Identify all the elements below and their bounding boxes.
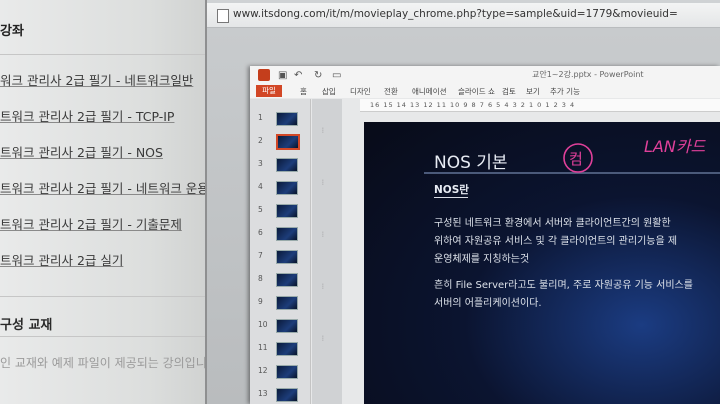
ppt-window-title: 교안1~2강.pptx - PowerPoint xyxy=(532,70,644,79)
horizontal-ruler: 16 15 14 13 12 11 10 9 8 7 6 5 4 3 2 1 0… xyxy=(360,99,720,112)
address-bar[interactable]: www.itsdong.com/it/m/movieplay_chrome.ph… xyxy=(207,3,720,28)
undo-icon[interactable]: ↶ xyxy=(294,70,302,81)
pen-annotations: 컴 LAN카드 xyxy=(563,137,707,173)
slide-thumbnail[interactable] xyxy=(276,250,298,264)
slide-number: 6 xyxy=(258,228,263,237)
slide-thumbnail[interactable] xyxy=(276,319,298,333)
slide-number: 9 xyxy=(258,297,263,306)
course-link-network-general[interactable]: 워크 관리사 2급 필기 - 네트워크일반 xyxy=(0,70,193,89)
slide-thumbnail[interactable] xyxy=(276,204,298,218)
slide-thumbnail[interactable] xyxy=(276,365,298,379)
slide-number: 4 xyxy=(258,182,263,191)
course-page: 강좌 워크 관리사 2급 필기 - 네트워크일반 트워크 관리사 2급 필기 -… xyxy=(0,0,212,404)
slide-number: 1 xyxy=(258,113,263,122)
divider xyxy=(0,296,212,297)
textbook-note: 인 교재와 예제 파일이 제공되는 강의입니다 xyxy=(0,356,212,370)
slide-number: 13 xyxy=(258,389,268,398)
ruler-mark: ⋮ xyxy=(320,283,326,290)
ruler-mark: ⋮ xyxy=(320,179,326,186)
slide-number: 7 xyxy=(258,251,263,260)
slide-number: 12 xyxy=(258,366,268,375)
save-icon[interactable]: ▣ xyxy=(278,70,287,81)
slide-number: 5 xyxy=(258,205,263,214)
slide-thumbnail[interactable] xyxy=(276,181,298,195)
course-link-practical[interactable]: 트워크 관리사 2급 실기 xyxy=(0,250,123,269)
textbook-heading: 구성 교재 xyxy=(0,318,53,333)
tab-slideshow[interactable]: 슬라이드 쇼 xyxy=(458,86,495,97)
ppt-titlebar: ▣ ↶ ↻ ▭ 교안1~2강.pptx - PowerPoint xyxy=(250,66,720,84)
tab-transitions[interactable]: 전환 xyxy=(384,86,398,97)
slideshow-icon[interactable]: ▭ xyxy=(332,70,341,81)
slide-thumbnail[interactable] xyxy=(276,227,298,241)
tab-file[interactable]: 파일 xyxy=(256,85,282,97)
ruler-numbers: 16 15 14 13 12 11 10 9 8 7 6 5 4 3 2 1 0… xyxy=(370,101,576,109)
course-link-tcp-ip[interactable]: 트워크 관리사 2급 필기 - TCP-IP xyxy=(0,106,174,125)
slide-thumbnail[interactable] xyxy=(276,158,298,172)
slide-canvas[interactable]: NOS 기본 NOS란 구성된 네트워크 환경에서 서버와 클라이언트간의 원활… xyxy=(364,122,720,404)
section-heading: 강좌 xyxy=(0,24,24,39)
tab-review[interactable]: 검토 xyxy=(502,86,516,97)
course-link-nos[interactable]: 트워크 관리사 2급 필기 - NOS xyxy=(0,142,163,161)
slide-number: 3 xyxy=(258,159,263,168)
powerpoint-logo-icon xyxy=(258,69,270,81)
tab-animations[interactable]: 애니메이션 xyxy=(412,86,447,97)
page-icon xyxy=(217,9,229,23)
tab-home[interactable]: 홈 xyxy=(300,86,307,97)
url-text[interactable]: www.itsdong.com/it/m/movieplay_chrome.ph… xyxy=(233,8,678,20)
redo-icon[interactable]: ↻ xyxy=(314,70,322,81)
slide-thumbnail[interactable] xyxy=(276,112,298,126)
course-link-network-operation[interactable]: 트워크 관리사 2급 필기 - 네트워크 운용기 xyxy=(0,178,212,197)
course-link-past-exams[interactable]: 트워크 관리사 2급 필기 - 기출문제 xyxy=(0,214,182,233)
slide-thumbnail-pane: 1 2 3 4 5 6 7 8 9 10 11 12 13 xyxy=(250,99,311,404)
slide-number: 8 xyxy=(258,274,263,283)
slide-thumbnail-active[interactable] xyxy=(276,134,300,150)
slide-thumbnail[interactable] xyxy=(276,273,298,287)
tab-insert[interactable]: 삽입 xyxy=(322,86,336,97)
slide-thumbnail[interactable] xyxy=(276,388,298,402)
ink-circled-text: 컴 xyxy=(569,150,583,168)
vertical-ruler: ⋮ ⋮ ⋮ ⋮ ⋮ xyxy=(312,99,342,404)
ink-handwritten-text: LAN카드 xyxy=(644,137,707,156)
ruler-mark: ⋮ xyxy=(320,335,326,342)
slide-thumbnail[interactable] xyxy=(276,296,298,310)
tab-design[interactable]: 디자인 xyxy=(350,86,371,97)
slide-number: 11 xyxy=(258,343,268,352)
tab-addins[interactable]: 추가 기능 xyxy=(550,86,580,97)
divider xyxy=(0,54,212,55)
slide-number: 2 xyxy=(258,136,263,145)
slide-number: 10 xyxy=(258,320,268,329)
ruler-mark: ⋮ xyxy=(320,127,326,134)
slide-thumbnail[interactable] xyxy=(276,342,298,356)
tab-view[interactable]: 보기 xyxy=(526,86,540,97)
ribbon-tabs: 파일 홈 삽입 디자인 전환 애니메이션 슬라이드 쇼 검토 보기 추가 기능 xyxy=(250,84,720,98)
divider xyxy=(0,336,212,337)
ruler-mark: ⋮ xyxy=(320,231,326,238)
powerpoint-window: ▣ ↶ ↻ ▭ 교안1~2강.pptx - PowerPoint 파일 홈 삽입… xyxy=(250,66,720,404)
